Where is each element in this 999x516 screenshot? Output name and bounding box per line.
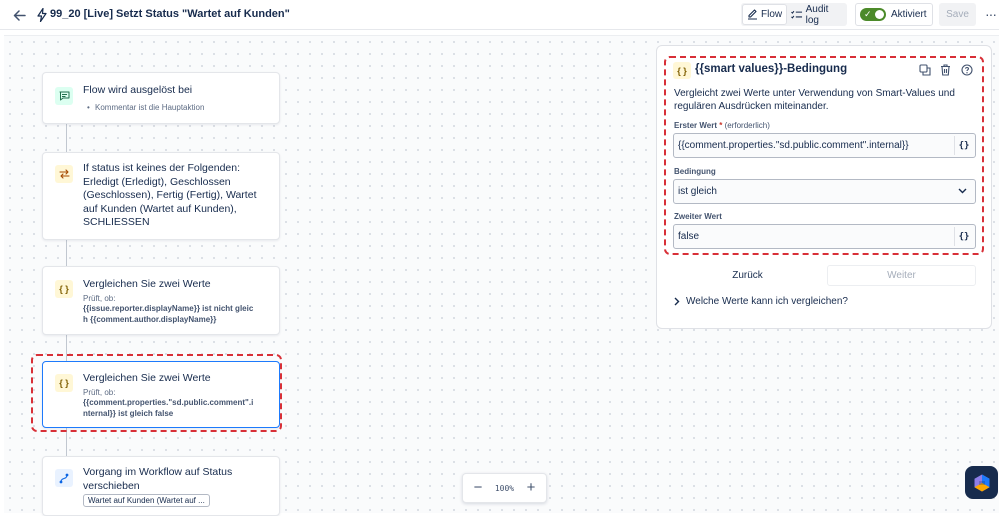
hexagon-logo-icon: [974, 474, 989, 491]
connector-line: [66, 335, 67, 361]
panel-description: Vergleicht zwei Werte unter Verwendung v…: [674, 88, 955, 112]
duplicate-icon[interactable]: [918, 63, 931, 76]
smart-value-braces-button[interactable]: {}: [954, 227, 973, 246]
connector-line: [66, 428, 67, 456]
compare-detail: {{issue.reporter.displayName}} ist nicht…: [83, 304, 254, 324]
audit-log-tab-button[interactable]: Audit log: [787, 3, 847, 26]
zoom-in-button[interactable]: +: [524, 480, 538, 495]
required-hint: (erforderlich): [724, 121, 770, 130]
zoom-control: − 100% +: [462, 473, 547, 503]
chevron-right-icon: [674, 297, 680, 306]
trigger-title: Flow wird ausgelöst bei: [83, 84, 193, 96]
compare-detail: {{comment.properties."sd.public.comment"…: [83, 398, 254, 418]
condition-config-panel: { } {{smart values}}-Bedingung Vergleich…: [656, 45, 992, 329]
audit-log-label: Audit log: [805, 3, 829, 26]
top-bar: 99_20 [Live] Setzt Status "Wartet auf Ku…: [0, 0, 999, 30]
back-button[interactable]: Zurück: [669, 265, 826, 286]
toggle-knob: [875, 10, 884, 19]
condition-value: ist gleich: [678, 186, 717, 197]
app-launcher-button[interactable]: [965, 466, 998, 499]
transition-icon: [55, 469, 73, 487]
page-title: 99_20 [Live] Setzt Status "Wartet auf Ku…: [50, 8, 290, 20]
compare-sub: Prüft, ob:: [83, 388, 116, 397]
panel-toolbar: [918, 63, 973, 76]
back-arrow-icon[interactable]: [9, 6, 29, 24]
condition-label: Bedingung: [674, 167, 716, 176]
flow-tab-label: Flow: [761, 9, 783, 20]
next-button[interactable]: Weiter: [827, 265, 976, 286]
help-icon[interactable]: [960, 63, 973, 76]
lightning-bolt-icon: [37, 7, 49, 23]
zoom-out-button[interactable]: −: [471, 480, 485, 495]
compare-title: Vergleichen Sie zwei Werte: [83, 372, 211, 384]
compare-values-card-selected[interactable]: { } Vergleichen Sie zwei Werte Prüft, ob…: [42, 361, 280, 428]
first-value-label: Erster Wert * (erforderlich): [674, 121, 770, 130]
connector-line: [66, 240, 67, 266]
status-condition-text: If status ist keines der Folgenden: Erle…: [83, 162, 257, 228]
transition-title: Vorgang im Workflow auf Status verschieb…: [83, 466, 233, 492]
panel-title: {{smart values}}-Bedingung: [695, 63, 848, 75]
second-value-text: false: [678, 231, 700, 242]
check-icon: ✓: [864, 9, 872, 19]
edit-pencil-icon: [748, 9, 757, 20]
connector-line: [66, 124, 67, 152]
chevron-down-icon: [958, 188, 967, 194]
compare-title: Vergleichen Sie zwei Werte: [83, 278, 211, 290]
branch-arrows-icon: [55, 165, 73, 183]
list-check-icon: [791, 10, 803, 19]
view-switcher: Flow Audit log: [741, 3, 847, 26]
toggle-switch[interactable]: ✓: [860, 8, 886, 21]
status-condition-card[interactable]: If status ist keines der Folgenden: Erle…: [42, 152, 280, 240]
compare-sub: Prüft, ob:: [83, 294, 116, 303]
more-options-icon[interactable]: ···: [982, 5, 999, 23]
condition-select[interactable]: ist gleich: [673, 179, 976, 204]
enabled-toggle[interactable]: ✓ Aktiviert: [855, 3, 933, 26]
delete-trash-icon[interactable]: [939, 63, 952, 76]
trigger-card[interactable]: Flow wird ausgelöst bei • Kommentar ist …: [42, 72, 280, 124]
trigger-detail: Kommentar ist die Hauptaktion: [95, 103, 205, 112]
flow-tab-button[interactable]: Flow: [742, 4, 788, 25]
smart-value-braces-button[interactable]: {}: [954, 136, 973, 155]
second-value-label: Zweiter Wert: [674, 212, 722, 221]
zoom-level: 100%: [494, 483, 515, 493]
braces-icon: { }: [55, 374, 73, 392]
first-value-input[interactable]: {{comment.properties."sd.public.comment"…: [673, 133, 976, 158]
transition-status-card[interactable]: Vorgang im Workflow auf Status verschieb…: [42, 456, 280, 516]
help-expander-label: Welche Werte kann ich vergleichen?: [686, 296, 848, 307]
compare-values-card[interactable]: { } Vergleichen Sie zwei Werte Prüft, ob…: [42, 266, 280, 335]
required-asterisk: *: [719, 121, 723, 130]
save-button[interactable]: Save: [939, 3, 976, 26]
second-value-input[interactable]: false {}: [673, 224, 976, 249]
help-expander[interactable]: Welche Werte kann ich vergleichen?: [674, 296, 848, 307]
status-chip: Wartet auf Kunden (Wartet auf ...: [83, 494, 210, 507]
first-value-text: {{comment.properties."sd.public.comment"…: [678, 140, 909, 151]
braces-icon: { }: [673, 62, 691, 79]
comment-icon: [55, 87, 73, 105]
toggle-label: Aktiviert: [891, 9, 927, 20]
braces-icon: { }: [55, 280, 73, 298]
